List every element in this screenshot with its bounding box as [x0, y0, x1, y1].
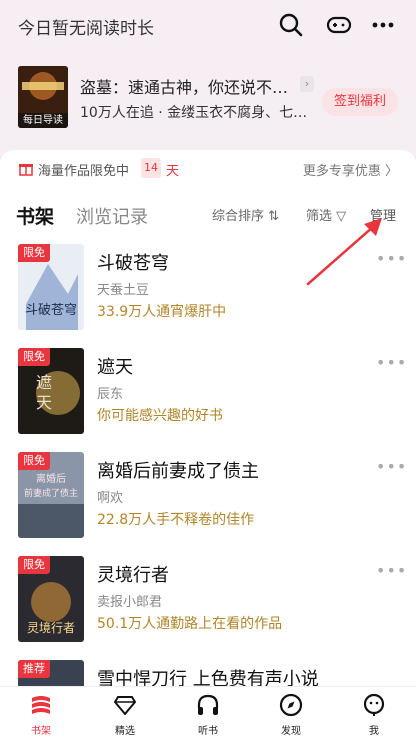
- nav-discover[interactable]: 发现: [256, 687, 326, 740]
- nav-label: 听书: [198, 726, 218, 737]
- svg-text:离婚后: 离婚后: [36, 472, 66, 485]
- profile-icon: [363, 693, 385, 716]
- promo-text: 海量作品限免中: [38, 164, 130, 179]
- nav-audiobook[interactable]: 听书: [173, 687, 243, 740]
- nav-label: 我: [369, 726, 379, 737]
- free-tag: 限免: [18, 452, 50, 470]
- book-row[interactable]: 离婚后 前妻成了债主 限免 离婚后前妻成了债主 啊欢 22.8万人手不释卷的佳作…: [0, 452, 416, 556]
- reading-time-text: 今日暂无阅读时长: [18, 19, 154, 39]
- tab-bookshelf[interactable]: 书架: [16, 202, 54, 229]
- bookshelf-card: 海量作品限免中 14 天 更多专享优惠 〉 书架 浏览记录 综合排序 ⇅ 筛选 …: [0, 150, 416, 690]
- book-title[interactable]: 遮天: [97, 353, 133, 379]
- shelf-tabs: 书架 浏览记录 综合排序 ⇅ 筛选 ▽ 管理: [0, 192, 416, 232]
- bookshelf-icon: [32, 696, 50, 714]
- sort-dropdown[interactable]: 综合排序 ⇅: [212, 205, 279, 224]
- book-more-button[interactable]: •••: [376, 457, 407, 476]
- book-row[interactable]: 灵境行者 限免 灵境行者 卖报小郎君 50.1万人通勤路上在看的作品 •••: [0, 556, 416, 660]
- promo-bar[interactable]: 海量作品限免中 14 天 更多专享优惠 〉: [0, 150, 416, 186]
- book-author: 啊欢: [97, 491, 124, 506]
- manage-button[interactable]: 管理: [370, 205, 396, 224]
- book-author: 天蚕土豆: [97, 283, 150, 298]
- promo-days-count: 14: [141, 158, 161, 178]
- daily-recommendation[interactable]: 每日导读 盗墓：速通古神，你还说不… › 10万人在追 · 金缕玉衣不腐身、七……: [18, 66, 398, 130]
- book-info: 你可能感兴趣的好书: [97, 408, 223, 424]
- svg-text:遮: 遮: [36, 373, 52, 392]
- tab-browse-history[interactable]: 浏览记录: [76, 203, 148, 229]
- book-title[interactable]: 斗破苍穹: [97, 249, 169, 275]
- nav-featured[interactable]: 精选: [90, 687, 160, 740]
- gamepad-icon[interactable]: [326, 12, 352, 38]
- recommend-tag: 推荐: [18, 660, 50, 678]
- reco-cover[interactable]: 每日导读: [18, 66, 68, 128]
- svg-text:灵境行者: 灵境行者: [27, 620, 75, 635]
- book-info: 50.1万人通勤路上在看的作品: [97, 616, 283, 632]
- more-offers-link[interactable]: 更多专享优惠 〉: [303, 160, 398, 179]
- chevron-right-icon[interactable]: ›: [300, 76, 314, 92]
- daily-guide-tag: 每日导读: [18, 113, 68, 128]
- book-author: 卖报小郎君: [97, 595, 163, 610]
- svg-text:前妻成了债主: 前妻成了债主: [24, 487, 78, 499]
- signin-reward-button[interactable]: 签到福利: [322, 88, 398, 116]
- top-bar: 今日暂无阅读时长: [0, 0, 416, 52]
- search-icon[interactable]: [278, 12, 304, 38]
- book-more-button[interactable]: •••: [376, 249, 407, 268]
- free-tag: 限免: [18, 244, 50, 262]
- book-info: 33.9万人通宵爆肝中: [97, 304, 227, 320]
- more-icon[interactable]: [370, 12, 396, 38]
- book-row[interactable]: 斗破苍穹 限免 斗破苍穹 天蚕土豆 33.9万人通宵爆肝中 •••: [0, 244, 416, 348]
- svg-text:斗破苍穹: 斗破苍穹: [25, 302, 77, 318]
- book-title[interactable]: 灵境行者: [97, 561, 169, 587]
- bottom-navigation: 书架 精选 听书 发现 我: [0, 686, 416, 740]
- filter-button[interactable]: 筛选 ▽: [306, 205, 346, 224]
- book-title[interactable]: 离婚后前妻成了债主: [97, 457, 259, 483]
- diamond-icon: [114, 696, 136, 715]
- book-info: 22.8万人手不释卷的佳作: [97, 512, 255, 528]
- headphones-icon: [197, 694, 219, 715]
- nav-label: 书架: [31, 726, 51, 737]
- gift-icon: [19, 164, 33, 176]
- svg-text:天: 天: [36, 393, 52, 412]
- free-tag: 限免: [18, 348, 50, 366]
- free-tag: 限免: [18, 556, 50, 574]
- book-row[interactable]: 遮 天 限免 遮天 辰东 你可能感兴趣的好书 •••: [0, 348, 416, 452]
- nav-bookshelf[interactable]: 书架: [6, 687, 76, 740]
- nav-label: 发现: [281, 726, 301, 737]
- reco-cover-art: [18, 66, 68, 114]
- book-more-button[interactable]: •••: [376, 353, 407, 372]
- reco-subtitle: 10万人在追 · 金缕玉衣不腐身、七…: [80, 105, 308, 121]
- promo-days-label: 天: [166, 164, 180, 179]
- nav-label: 精选: [115, 726, 135, 737]
- book-more-button[interactable]: •••: [376, 561, 407, 580]
- nav-profile[interactable]: 我: [339, 687, 409, 740]
- reco-title[interactable]: 盗墓：速通古神，你还说不…: [80, 74, 308, 98]
- book-author: 辰东: [97, 387, 124, 402]
- compass-icon: [279, 693, 303, 717]
